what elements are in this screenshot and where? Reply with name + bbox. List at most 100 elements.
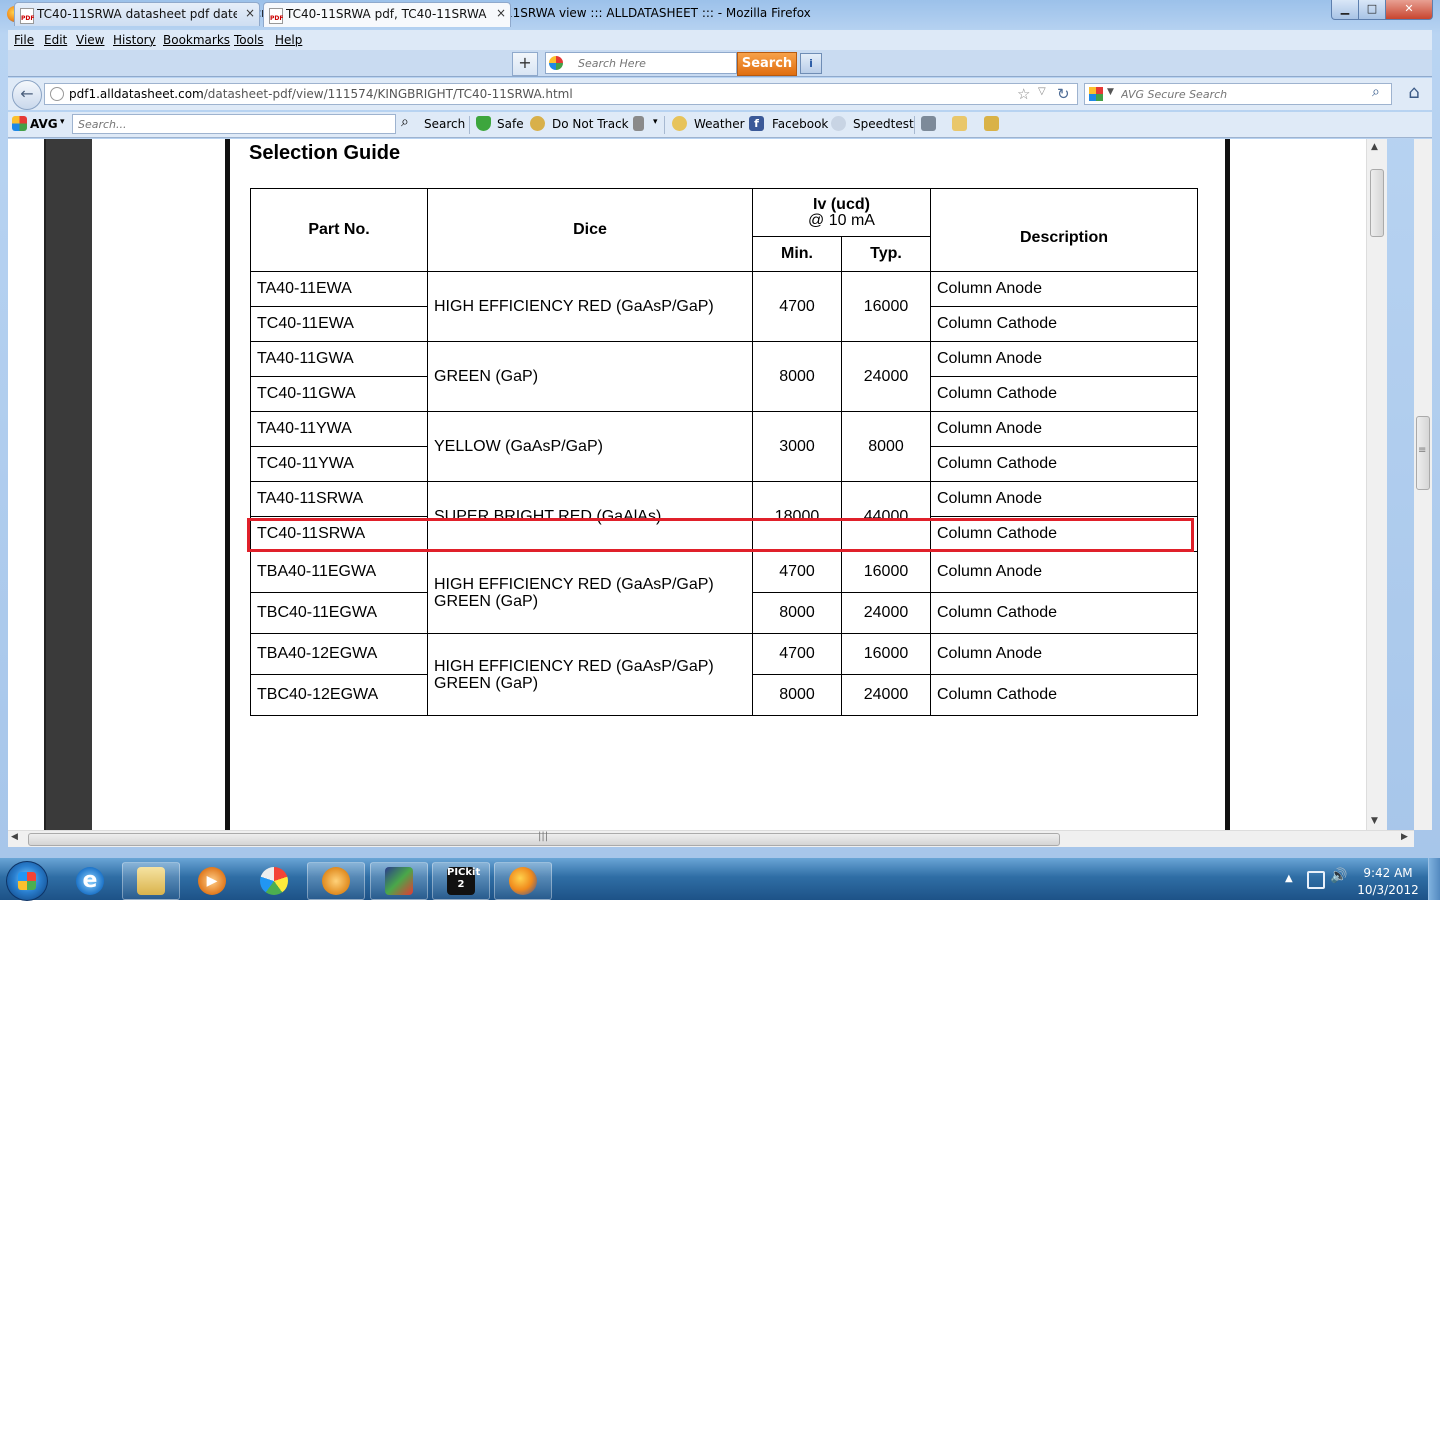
- description-cell: Column Cathode: [930, 446, 1198, 482]
- taskbar-windows-explorer[interactable]: [122, 862, 180, 900]
- avg-logo-icon: [12, 116, 27, 131]
- menu-bookmarks[interactable]: Bookmarks: [163, 33, 230, 47]
- scroll-left-icon[interactable]: ◀: [11, 832, 18, 842]
- toolbar-search-input[interactable]: [576, 54, 730, 72]
- menu-help[interactable]: Help: [275, 33, 302, 47]
- screenshot-icon[interactable]: [984, 116, 999, 131]
- bookmark-star-icon[interactable]: ☆: [1017, 85, 1030, 103]
- header-typ: Typ.: [841, 236, 931, 272]
- minimize-button[interactable]: ▁: [1331, 0, 1359, 20]
- chevron-down-icon[interactable]: ▾: [60, 117, 65, 127]
- folder-icon: [137, 867, 165, 895]
- start-button[interactable]: [6, 861, 48, 901]
- part-number: TBC40-11EGWA: [250, 592, 428, 634]
- show-desktop-button[interactable]: [1428, 858, 1440, 900]
- back-arrow-icon[interactable]: ←: [12, 80, 42, 110]
- table-row: TA40-11SRWA SUPER BRIGHT RED (GaAlAs) 18…: [250, 481, 1198, 552]
- network-icon[interactable]: [1307, 871, 1325, 889]
- volume-icon[interactable]: 🔊: [1330, 868, 1347, 884]
- avg-search-button[interactable]: Search: [424, 117, 465, 131]
- tab-datasheet[interactable]: PDF TC40-11SRWA datasheet pdf datenbl...…: [14, 2, 260, 26]
- url-text[interactable]: pdf1.alldatasheet.com/datasheet-pdf/view…: [69, 87, 573, 101]
- info-icon[interactable]: i: [800, 53, 822, 74]
- menu-view[interactable]: View: [76, 33, 104, 47]
- taskbar-media-player[interactable]: ▶: [183, 862, 241, 900]
- new-tab-button[interactable]: +: [512, 52, 538, 76]
- part-number: TBA40-12EGWA: [250, 633, 428, 675]
- dice-cell: YELLOW (GaAsP/GaP): [427, 411, 753, 482]
- toolbar-divider: [914, 116, 915, 134]
- reload-icon[interactable]: ↻: [1057, 85, 1070, 103]
- description-cell: Column Cathode: [930, 674, 1198, 716]
- avg-logo-icon: [1089, 87, 1103, 101]
- taskbar-app-dolphin[interactable]: [307, 862, 365, 900]
- taskbar-internet-explorer[interactable]: e: [61, 862, 119, 900]
- avg-secure-search-input[interactable]: [1119, 85, 1363, 103]
- table-row: TA40-11GWA GREEN (GaP) 8000 24000 Column…: [250, 341, 1198, 412]
- do-not-track-icon: [530, 116, 545, 131]
- facebook-button[interactable]: Facebook: [772, 117, 828, 131]
- grip-icon: |||: [538, 831, 549, 842]
- horizontal-scrollbar[interactable]: ◀ ||| ▶: [8, 830, 1414, 847]
- search-provider-icon: [549, 56, 563, 70]
- part-number: TA40-11EWA: [250, 271, 428, 307]
- avg-toolbar-search-input[interactable]: [76, 115, 390, 134]
- scroll-up-icon[interactable]: ▲: [1371, 142, 1378, 152]
- red-highlight-annotation: [247, 518, 1194, 552]
- scroll-down-icon[interactable]: ▼: [1371, 816, 1378, 826]
- window-vertical-scrollbar[interactable]: ≡: [1414, 139, 1432, 830]
- show-hidden-icons-arrow[interactable]: ▲: [1285, 873, 1293, 884]
- menu-history[interactable]: History: [113, 33, 156, 47]
- calculator-icon[interactable]: [921, 116, 936, 131]
- close-button[interactable]: ✕: [1385, 0, 1433, 20]
- menu-tools[interactable]: Tools: [234, 33, 264, 47]
- toolbar-search-box[interactable]: [545, 52, 737, 74]
- avg-toolbar-search-box[interactable]: [72, 114, 396, 134]
- clock-time[interactable]: 9:42 AM: [1352, 866, 1424, 880]
- tab-view[interactable]: PDF TC40-11SRWA pdf, TC40-11SRWA de... ×: [263, 2, 511, 27]
- history-dropdown-icon[interactable]: ▽: [1038, 86, 1046, 97]
- search-icon[interactable]: ⌕: [1372, 84, 1380, 100]
- table-row: TBA40-11EGWA HIGH EFFICIENCY RED (GaAsP/…: [250, 551, 1198, 634]
- safe-button[interactable]: Safe: [497, 117, 524, 131]
- pdf-viewer-sidebar: [44, 139, 92, 830]
- header-dice: Dice: [427, 188, 753, 272]
- tab-label: TC40-11SRWA datasheet pdf datenbl...: [37, 7, 237, 21]
- scroll-thumb[interactable]: ≡: [1416, 416, 1430, 490]
- scroll-thumb[interactable]: [1370, 169, 1384, 237]
- scroll-right-icon[interactable]: ▶: [1401, 832, 1408, 842]
- taskbar-app-tools[interactable]: [370, 862, 428, 900]
- menu-file[interactable]: File: [14, 33, 34, 47]
- internet-explorer-icon: e: [76, 867, 104, 895]
- clock-date[interactable]: 10/3/2012: [1352, 883, 1424, 897]
- avg-secure-search-box[interactable]: ▼ ⌕: [1084, 83, 1392, 105]
- url-bar[interactable]: pdf1.alldatasheet.com/datasheet-pdf/view…: [44, 83, 1078, 105]
- speedtest-button[interactable]: Speedtest: [853, 117, 914, 131]
- taskbar-firefox[interactable]: [494, 862, 552, 900]
- tab-close-icon[interactable]: ×: [496, 6, 506, 20]
- home-icon[interactable]: ⌂: [1402, 82, 1426, 104]
- description-cell: Column Anode: [930, 633, 1198, 675]
- chevron-down-icon[interactable]: ▾: [653, 117, 658, 127]
- taskbar-pickit2[interactable]: PICkit 2: [432, 862, 490, 900]
- notepad-icon[interactable]: [952, 116, 967, 131]
- do-not-track-button[interactable]: Do Not Track: [552, 117, 629, 131]
- part-number: TC40-11GWA: [250, 376, 428, 412]
- dice-cell: HIGH EFFICIENCY RED (GaAsP/GaP) GREEN (Ga…: [427, 633, 753, 716]
- iv-typ-cell: 16000: [841, 271, 931, 342]
- maximize-button[interactable]: □: [1358, 0, 1386, 20]
- media-player-icon: ▶: [198, 867, 226, 895]
- toolbar-search-button[interactable]: Search: [737, 52, 797, 76]
- avg-brand-menu[interactable]: AVG: [30, 117, 58, 131]
- tab-close-icon[interactable]: ×: [245, 6, 255, 20]
- description-cell: Column Anode: [930, 341, 1198, 377]
- menu-edit[interactable]: Edit: [44, 33, 67, 47]
- trash-icon[interactable]: [633, 116, 644, 131]
- taskbar-paint[interactable]: [245, 862, 303, 900]
- page-vertical-scrollbar[interactable]: ▲ ▼: [1366, 139, 1387, 830]
- iv-typ-cell: 8000: [841, 411, 931, 482]
- weather-button[interactable]: Weather: [694, 117, 745, 131]
- search-icon[interactable]: ⌕: [401, 114, 409, 130]
- chevron-down-icon[interactable]: ▼: [1107, 87, 1114, 97]
- speedometer-icon: [831, 116, 846, 131]
